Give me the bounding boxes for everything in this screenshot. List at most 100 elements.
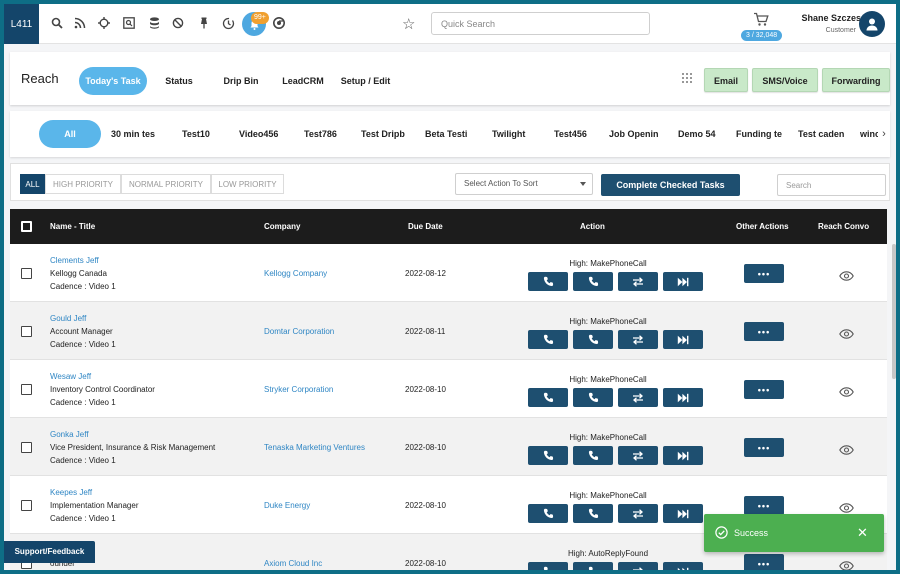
select-all-checkbox[interactable] [21, 221, 32, 232]
swap-action-button[interactable] [618, 272, 658, 291]
cadence-tab[interactable]: 30 min tes [111, 120, 159, 148]
contact-name-link[interactable]: Keepes Jeff [50, 488, 92, 497]
call-alt-button[interactable] [573, 272, 613, 291]
call-button[interactable] [528, 504, 568, 523]
apps-grid-icon[interactable] [681, 71, 693, 83]
crosshair-icon[interactable] [96, 15, 112, 31]
row-checkbox[interactable] [21, 268, 32, 279]
call-button[interactable] [528, 272, 568, 291]
cadence-tab[interactable]: Funding te [736, 120, 784, 148]
call-button[interactable] [528, 562, 568, 570]
complete-checked-tasks-button[interactable]: Complete Checked Tasks [601, 174, 740, 196]
app-logo[interactable]: L411 [4, 4, 39, 44]
column-header-company[interactable]: Company [264, 222, 300, 231]
cadence-tab[interactable]: Video456 [239, 120, 284, 148]
company-link[interactable]: Axiom Cloud Inc [264, 559, 322, 568]
more-actions-button[interactable]: ••• [744, 264, 784, 283]
tab-drip-bin[interactable]: Drip Bin [216, 67, 266, 95]
priority-filter-high[interactable]: HIGH PRIORITY [45, 174, 121, 194]
priority-filter-normal[interactable]: NORMAL PRIORITY [121, 174, 211, 194]
swap-action-button[interactable] [618, 330, 658, 349]
cadence-tab[interactable]: winc [860, 120, 878, 148]
more-actions-button[interactable]: ••• [744, 322, 784, 341]
call-button[interactable] [528, 388, 568, 407]
search-icon[interactable] [49, 15, 65, 31]
company-link[interactable]: Duke Energy [264, 501, 310, 510]
tab-setup-edit[interactable]: Setup / Edit [338, 67, 393, 95]
quick-search-input[interactable] [431, 12, 650, 35]
email-button[interactable]: Email [704, 68, 748, 92]
row-checkbox[interactable] [21, 500, 32, 511]
cadence-tab[interactable]: Job Openin [609, 120, 661, 148]
eye-icon[interactable] [839, 384, 854, 397]
call-button[interactable] [528, 330, 568, 349]
swap-action-button[interactable] [618, 504, 658, 523]
more-actions-button[interactable]: ••• [744, 380, 784, 399]
eye-icon[interactable] [839, 326, 854, 339]
row-checkbox[interactable] [21, 326, 32, 337]
row-checkbox[interactable] [21, 442, 32, 453]
column-header-due-date[interactable]: Due Date [408, 222, 443, 231]
swap-action-button[interactable] [618, 562, 658, 570]
task-search-input[interactable] [777, 174, 886, 196]
skip-action-button[interactable] [663, 504, 703, 523]
priority-filter-low[interactable]: LOW PRIORITY [211, 174, 284, 194]
contact-name-link[interactable]: Wesaw Jeff [50, 372, 91, 381]
tab-todays-task[interactable]: Today's Task [79, 67, 147, 95]
close-icon[interactable]: ✕ [857, 525, 868, 541]
company-link[interactable]: Kellogg Company [264, 269, 327, 278]
support-feedback-button[interactable]: Support/Feedback [4, 541, 95, 563]
rss-icon[interactable] [72, 15, 88, 31]
chevron-right-icon[interactable]: › [878, 121, 890, 147]
block-icon[interactable] [170, 15, 186, 31]
column-header-name[interactable]: Name - Title [50, 222, 95, 231]
eye-icon[interactable] [839, 442, 854, 455]
cadence-tab[interactable]: Test Dripb [361, 120, 409, 148]
cadence-tab[interactable]: Test786 [304, 120, 344, 148]
more-actions-button[interactable]: ••• [744, 438, 784, 457]
eye-icon[interactable] [839, 268, 854, 281]
cadence-tab[interactable]: Beta Testi [425, 120, 470, 148]
sort-action-select[interactable]: Select Action To Sort [455, 173, 593, 195]
contact-name-link[interactable]: Gonka Jeff [50, 430, 89, 439]
skip-action-button[interactable] [663, 446, 703, 465]
search-box-icon[interactable] [121, 15, 137, 31]
database-icon[interactable] [146, 15, 162, 31]
skip-action-button[interactable] [663, 330, 703, 349]
table-scrollbar[interactable] [892, 244, 896, 379]
cadence-tab[interactable]: Test10 [182, 120, 217, 148]
tab-leadcrm[interactable]: LeadCRM [278, 67, 328, 95]
cadence-tab[interactable]: Twilight [492, 120, 532, 148]
clock-history-icon[interactable] [220, 15, 236, 31]
contact-name-link[interactable]: Gould Jeff [50, 314, 86, 323]
eye-icon[interactable] [839, 500, 854, 513]
forwarding-button[interactable]: Forwarding [822, 68, 890, 92]
swap-action-button[interactable] [618, 446, 658, 465]
swap-action-button[interactable] [618, 388, 658, 407]
call-button[interactable] [528, 446, 568, 465]
tab-status[interactable]: Status [155, 67, 203, 95]
call-alt-button[interactable] [573, 446, 613, 465]
call-alt-button[interactable] [573, 388, 613, 407]
company-link[interactable]: Domtar Corporation [264, 327, 334, 336]
skip-action-button[interactable] [663, 562, 703, 570]
cadence-tab-all[interactable]: All [39, 120, 101, 148]
row-checkbox[interactable] [21, 384, 32, 395]
call-alt-button[interactable] [573, 562, 613, 570]
chrome-icon[interactable] [271, 15, 287, 31]
eye-icon[interactable] [839, 558, 854, 570]
cadence-tab[interactable]: Test456 [554, 120, 592, 148]
pin-icon[interactable] [196, 15, 212, 31]
more-actions-button[interactable]: ••• [744, 496, 784, 515]
sms-voice-button[interactable]: SMS/Voice [752, 68, 818, 92]
priority-filter-all[interactable]: ALL [20, 174, 45, 194]
cadence-tab[interactable]: Test caden [798, 120, 846, 148]
contact-name-link[interactable]: Clements Jeff [50, 256, 99, 265]
company-link[interactable]: Stryker Corporation [264, 385, 333, 394]
skip-action-button[interactable] [663, 388, 703, 407]
cadence-tab[interactable]: Demo 54 [678, 120, 720, 148]
more-actions-button[interactable]: ••• [744, 554, 784, 570]
call-alt-button[interactable] [573, 330, 613, 349]
call-alt-button[interactable] [573, 504, 613, 523]
avatar[interactable] [859, 11, 885, 37]
